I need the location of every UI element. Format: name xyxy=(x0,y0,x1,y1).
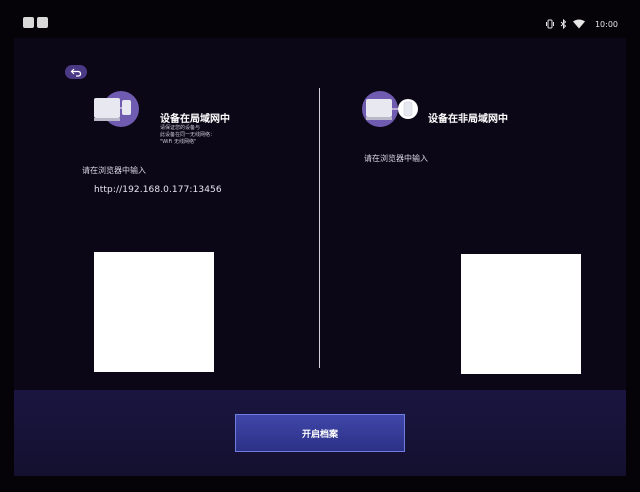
notification-icon xyxy=(23,17,34,28)
status-bar: 10:00 xyxy=(0,0,640,38)
remote-network-title: 设备在非局域网中 xyxy=(428,114,508,125)
local-network-title: 设备在局域网中 xyxy=(160,114,230,125)
hint-line: 请保证您的设备与 xyxy=(160,125,201,131)
bluetooth-icon xyxy=(560,19,567,29)
remote-devices-icon xyxy=(362,91,418,127)
notification-icon xyxy=(37,17,48,28)
hint-line: "WiFi 无线网络" xyxy=(160,139,197,145)
bottom-bar: 开启档案 xyxy=(14,390,626,476)
clock: 10:00 xyxy=(594,19,618,29)
local-url[interactable]: http://192.168.0.177:13456 xyxy=(94,185,222,195)
divider xyxy=(319,88,320,368)
wifi-icon xyxy=(572,19,585,29)
back-button[interactable] xyxy=(65,65,87,79)
browser-prompt: 请在浏览器中输入 xyxy=(82,166,146,175)
vibrate-icon xyxy=(545,19,554,29)
browser-prompt: 请在浏览器中输入 xyxy=(364,154,428,163)
qr-code xyxy=(94,252,214,372)
main-panel: 设备在局域网中 请保证您的设备与 此设备在同一无线网络： "WiFi 无线网络"… xyxy=(14,38,626,476)
open-archive-button[interactable]: 开启档案 xyxy=(235,414,405,452)
local-network-devices-icon xyxy=(94,91,139,127)
hint-line: 此设备在同一无线网络： xyxy=(160,132,216,138)
back-arrow-icon xyxy=(70,68,82,77)
qr-code xyxy=(461,254,581,374)
